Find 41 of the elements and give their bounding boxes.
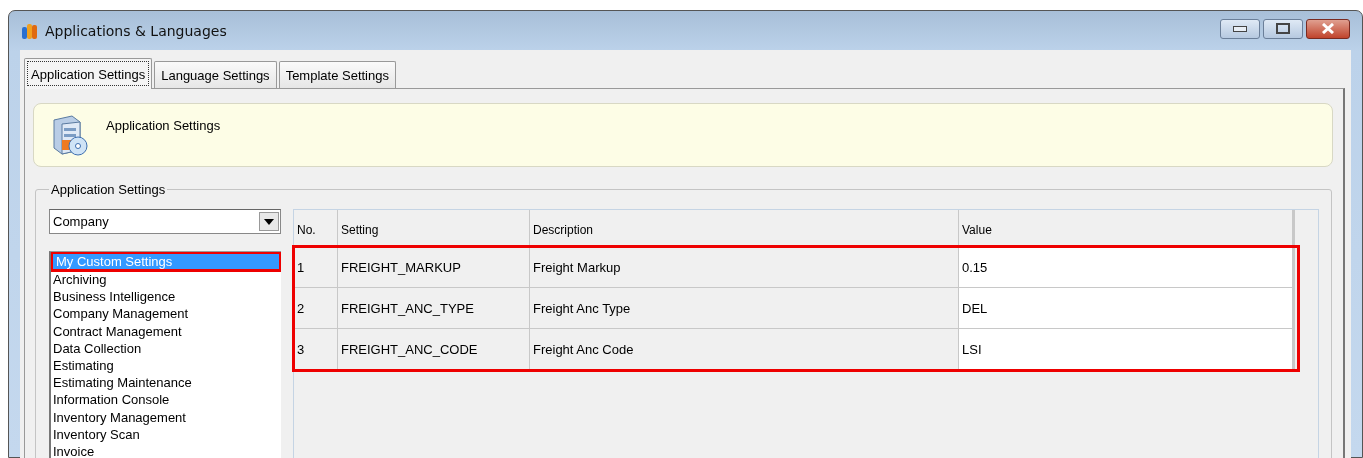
- category-item[interactable]: Data Collection: [51, 339, 281, 357]
- tab[interactable]: Template Settings: [278, 61, 396, 88]
- table-cell: 3: [294, 329, 338, 370]
- banner-title: Application Settings: [106, 118, 221, 135]
- column-header[interactable]: No.: [294, 210, 338, 247]
- app-icon: [21, 21, 39, 40]
- category-item[interactable]: Estimating: [51, 357, 281, 375]
- column-header[interactable]: Setting: [338, 210, 530, 247]
- category-item[interactable]: Information Console: [51, 391, 281, 409]
- table-cell: 1: [294, 247, 338, 288]
- window-title: Applications & Languages: [45, 22, 228, 39]
- column-header[interactable]: Description: [530, 210, 959, 247]
- close-icon: [1321, 23, 1335, 34]
- category-item[interactable]: Estimating Maintenance: [51, 374, 281, 392]
- category-item[interactable]: Archiving: [51, 271, 281, 289]
- table-cell: Freight Markup: [530, 247, 959, 288]
- tab[interactable]: Application Settings: [24, 58, 153, 89]
- software-box-icon: [50, 114, 90, 156]
- table-cell: 0.15: [959, 247, 1295, 288]
- tab[interactable]: Language Settings: [154, 61, 277, 88]
- category-item[interactable]: Company Management: [51, 305, 281, 323]
- category-item[interactable]: Contract Management: [51, 322, 281, 340]
- table-cell: 2: [294, 288, 338, 329]
- close-button[interactable]: [1306, 18, 1350, 39]
- minimize-icon: [1233, 25, 1247, 32]
- minimize-button[interactable]: [1220, 18, 1260, 39]
- table-cell: FREIGHT_ANC_TYPE: [338, 288, 530, 329]
- table-cell: Freight Anc Type: [530, 288, 959, 329]
- category-item[interactable]: Inventory Management: [51, 408, 281, 426]
- table-cell: DEL: [959, 288, 1295, 329]
- maximize-icon: [1276, 23, 1290, 34]
- category-item[interactable]: Business Intelligence: [51, 288, 281, 306]
- module-dropdown[interactable]: Company: [49, 209, 281, 234]
- category-item[interactable]: Inventory Scan: [51, 425, 281, 444]
- dropdown-arrow-icon: [264, 218, 274, 225]
- table-cell: FREIGHT_MARKUP: [338, 247, 530, 288]
- category-item[interactable]: Invoice: [51, 443, 281, 458]
- group-title: Application Settings: [50, 182, 167, 197]
- table-cell: LSI: [959, 329, 1295, 370]
- table-cell: FREIGHT_ANC_CODE: [338, 329, 530, 370]
- maximize-button[interactable]: [1263, 18, 1303, 39]
